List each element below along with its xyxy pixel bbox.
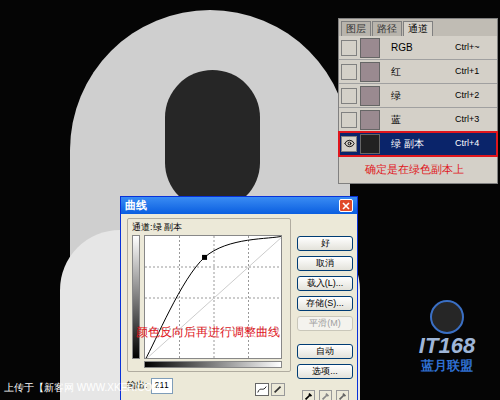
visibility-toggle[interactable] [341,40,357,56]
visibility-toggle[interactable] [341,112,357,128]
dialog-button[interactable]: 选项... [297,364,353,379]
panel-tabs: 图层路径通道 [339,19,497,36]
dialog-button[interactable]: 自动 [297,344,353,359]
channel-row[interactable]: RGBCtrl+~ [339,36,497,60]
channel-shortcut: Ctrl+2 [455,89,495,103]
curve-group: 通道:绿 副本颜色反向后再进行调整曲线 [127,218,291,372]
channel-shortcut: Ctrl+1 [455,65,495,79]
dialog-button[interactable]: 好 [297,236,353,251]
dialog-title-bar: 曲线 [121,197,357,214]
eyedropper-icon[interactable] [302,390,315,400]
channel-shortcut: Ctrl+3 [455,113,495,127]
panel-annotation: 确定是在绿色副本上 [339,156,497,183]
channel-name: 绿 副本 [383,136,452,151]
channel-shortcut: Ctrl+4 [455,137,495,151]
channel-list: RGBCtrl+~红Ctrl+1绿Ctrl+2蓝Ctrl+3绿 副本Ctrl+4 [339,36,497,156]
dialog-button: 平滑(M) [297,316,353,331]
channel-row[interactable]: 红Ctrl+1 [339,60,497,84]
close-icon [342,202,350,210]
panel-tab[interactable]: 图层 [341,21,371,36]
channels-panel: 图层路径通道RGBCtrl+~红Ctrl+1绿Ctrl+2蓝Ctrl+3绿 副本… [338,18,498,184]
curve-point[interactable] [202,255,207,260]
source-watermark: 上传于【新客网 WWW.XKER.COM】 [4,380,171,395]
close-button[interactable] [339,199,353,212]
output-gradient [132,235,140,359]
channel-thumbnail [360,134,380,154]
logo-text: IT168 [419,334,475,358]
logo-watermark: IT168蓝月联盟 [398,300,496,374]
visibility-toggle[interactable] [341,136,357,152]
visibility-toggle[interactable] [341,88,357,104]
curve-tool-icon[interactable] [255,383,269,396]
logo-emblem-icon [430,300,464,334]
channel-name: RGB [383,40,452,55]
channel-thumbnail [360,38,380,58]
channel-name: 蓝 [383,112,452,127]
pencil-icon[interactable] [271,383,285,396]
channel-row[interactable]: 绿Ctrl+2 [339,84,497,108]
eyedropper-icon[interactable] [319,390,332,400]
dialog-title: 曲线 [125,197,147,214]
curve-annotation: 颜色反向后再进行调整曲线 [136,323,280,341]
panel-tab[interactable]: 路径 [372,21,402,36]
dialog-button[interactable]: 取消 [297,256,353,271]
input-gradient [144,361,282,368]
channel-name: 红 [383,64,452,79]
dialog-button[interactable]: 载入(L)... [297,276,353,291]
visibility-toggle[interactable] [341,64,357,80]
dialog-button[interactable]: 存储(S)... [297,296,353,311]
panel-tab[interactable]: 通道 [403,21,433,36]
channel-thumbnail [360,110,380,130]
eyedropper-icon[interactable] [336,390,349,400]
logo-subtext: 蓝月联盟 [421,358,473,374]
channel-thumbnail [360,62,380,82]
channel-name: 绿 [383,88,452,103]
eye-icon [344,138,355,149]
channel-shortcut: Ctrl+~ [455,41,495,55]
curve-line[interactable] [145,236,282,359]
screen: 图层路径通道RGBCtrl+~红Ctrl+1绿Ctrl+2蓝Ctrl+3绿 副本… [0,0,500,400]
channel-thumbnail [360,86,380,106]
channel-row[interactable]: 蓝Ctrl+3 [339,108,497,132]
curve-graph[interactable] [144,235,282,359]
channel-label: 通道:绿 副本 [132,221,286,233]
curves-dialog: 曲线通道:绿 副本颜色反向后再进行调整曲线输出:211好取消载入(L)...存储… [120,196,358,400]
channel-row[interactable]: 绿 副本Ctrl+4 [339,132,497,156]
